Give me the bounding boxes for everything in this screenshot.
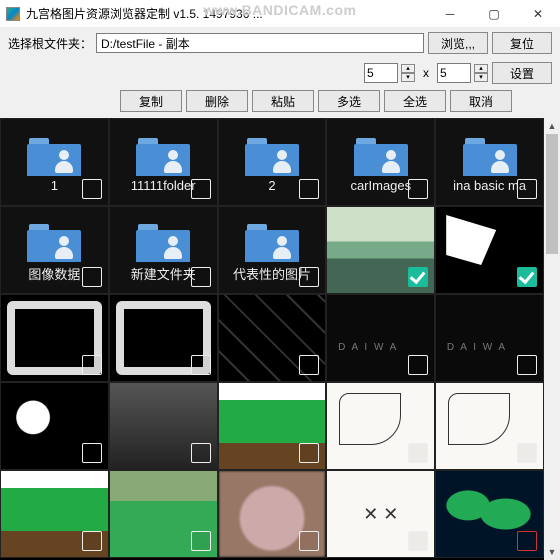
- multi-button[interactable]: 多选: [318, 90, 380, 112]
- checkbox[interactable]: [82, 267, 102, 287]
- folder-cell[interactable]: 1: [0, 118, 109, 206]
- image-cell[interactable]: [435, 294, 544, 382]
- image-cell[interactable]: [435, 382, 544, 470]
- grid-area: 1 11111folder 2 carImages ina basic ma 图…: [0, 118, 560, 560]
- checkbox[interactable]: [408, 443, 428, 463]
- image-cell[interactable]: [326, 382, 435, 470]
- checkbox[interactable]: [191, 267, 211, 287]
- checkbox[interactable]: [517, 443, 537, 463]
- copy-button[interactable]: 复制: [120, 90, 182, 112]
- checkbox[interactable]: [408, 267, 428, 287]
- maximize-button[interactable]: ▢: [472, 0, 516, 28]
- checkbox[interactable]: [408, 179, 428, 199]
- image-cell[interactable]: [109, 294, 218, 382]
- checkbox[interactable]: [191, 443, 211, 463]
- checkbox[interactable]: [408, 355, 428, 375]
- image-cell[interactable]: [0, 470, 109, 558]
- folder-icon: [27, 138, 81, 176]
- image-cell[interactable]: [326, 470, 435, 558]
- folder-icon: [27, 224, 81, 262]
- folder-icon: [245, 224, 299, 262]
- grid: 1 11111folder 2 carImages ina basic ma 图…: [0, 118, 544, 558]
- folder-cell[interactable]: 图像数据: [0, 206, 109, 294]
- image-cell[interactable]: [0, 382, 109, 470]
- toolbar: 复制 删除 粘贴 多选 全选 取消: [0, 88, 560, 118]
- folder-cell[interactable]: ina basic ma: [435, 118, 544, 206]
- folder-cell[interactable]: 2: [218, 118, 327, 206]
- folder-cell[interactable]: 11111folder: [109, 118, 218, 206]
- vertical-scrollbar[interactable]: ▲ ▼: [544, 118, 560, 560]
- cols-input[interactable]: 5: [364, 63, 398, 83]
- checkbox[interactable]: [517, 179, 537, 199]
- rows-stepper[interactable]: ▴▾: [474, 64, 488, 82]
- image-cell[interactable]: [218, 382, 327, 470]
- checkbox[interactable]: [191, 531, 211, 551]
- image-cell[interactable]: [326, 206, 435, 294]
- rows-input[interactable]: 5: [437, 63, 471, 83]
- app-icon: [6, 7, 20, 21]
- image-cell[interactable]: [0, 294, 109, 382]
- minimize-button[interactable]: ─: [428, 0, 472, 28]
- checkbox[interactable]: [299, 267, 319, 287]
- image-cell[interactable]: [109, 470, 218, 558]
- folder-icon: [463, 138, 517, 176]
- image-cell[interactable]: [435, 470, 544, 558]
- folder-icon: [136, 224, 190, 262]
- image-cell[interactable]: [326, 294, 435, 382]
- checkbox[interactable]: [299, 531, 319, 551]
- folder-icon: [245, 138, 299, 176]
- cols-stepper[interactable]: ▴▾: [401, 64, 415, 82]
- image-cell[interactable]: [109, 382, 218, 470]
- selectall-button[interactable]: 全选: [384, 90, 446, 112]
- paste-button[interactable]: 粘贴: [252, 90, 314, 112]
- settings-button[interactable]: 设置: [492, 62, 552, 84]
- image-cell[interactable]: [218, 470, 327, 558]
- checkbox[interactable]: [517, 267, 537, 287]
- folder-cell[interactable]: 新建文件夹: [109, 206, 218, 294]
- reset-button[interactable]: 复位: [492, 32, 552, 54]
- close-button[interactable]: ✕: [516, 0, 560, 28]
- checkbox[interactable]: [517, 531, 537, 551]
- checkbox[interactable]: [191, 355, 211, 375]
- scroll-thumb[interactable]: [546, 134, 558, 254]
- scroll-up-arrow[interactable]: ▲: [544, 118, 560, 134]
- checkbox[interactable]: [82, 443, 102, 463]
- scroll-down-arrow[interactable]: ▼: [544, 544, 560, 560]
- path-row: 选择根文件夹： 浏览,,, 复位: [0, 28, 560, 58]
- checkbox[interactable]: [299, 179, 319, 199]
- path-input[interactable]: [96, 33, 424, 53]
- image-cell[interactable]: [218, 294, 327, 382]
- cancel-button[interactable]: 取消: [450, 90, 512, 112]
- size-row: 5 ▴▾ x 5 ▴▾ 设置: [0, 58, 560, 88]
- titlebar: 九宫格图片资源浏览器定制 v1.5. 1497936 ... ─ ▢ ✕: [0, 0, 560, 28]
- folder-cell[interactable]: 代表性的图片: [218, 206, 327, 294]
- x-label: x: [419, 66, 433, 80]
- checkbox[interactable]: [191, 179, 211, 199]
- checkbox[interactable]: [299, 355, 319, 375]
- window-title: 九宫格图片资源浏览器定制 v1.5. 1497936 ...: [26, 5, 428, 22]
- folder-icon: [136, 138, 190, 176]
- path-label: 选择根文件夹：: [8, 35, 92, 52]
- checkbox[interactable]: [517, 355, 537, 375]
- checkbox[interactable]: [299, 443, 319, 463]
- checkbox[interactable]: [82, 531, 102, 551]
- checkbox[interactable]: [82, 179, 102, 199]
- image-cell[interactable]: [435, 206, 544, 294]
- browse-button[interactable]: 浏览,,,: [428, 32, 488, 54]
- checkbox[interactable]: [408, 531, 428, 551]
- delete-button[interactable]: 删除: [186, 90, 248, 112]
- folder-icon: [354, 138, 408, 176]
- checkbox[interactable]: [82, 355, 102, 375]
- folder-cell[interactable]: carImages: [326, 118, 435, 206]
